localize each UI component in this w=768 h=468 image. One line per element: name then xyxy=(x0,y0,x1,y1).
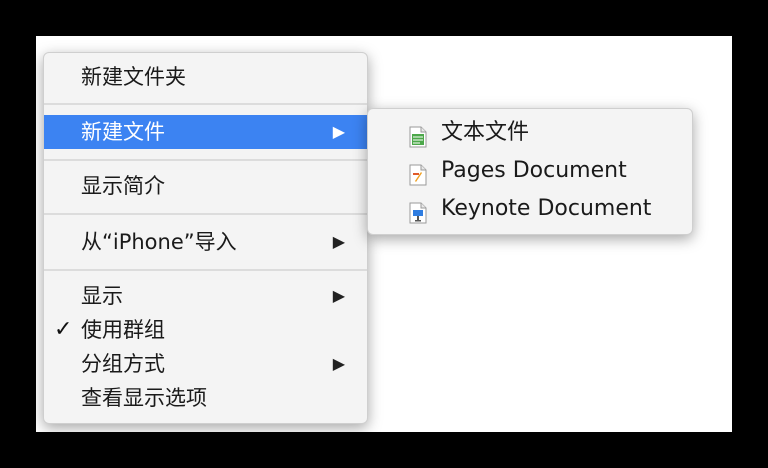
menu-item-group-by[interactable]: 分组方式 ▶ xyxy=(44,347,367,381)
menu-separator xyxy=(44,103,367,105)
checkmark-icon: ✓ xyxy=(54,317,73,342)
submenu-item-label: Keynote Document xyxy=(441,196,652,221)
menu-item-label: 查看显示选项 xyxy=(81,386,207,410)
pages-document-icon xyxy=(409,161,427,186)
menu-item-label: 分组方式 xyxy=(81,352,165,376)
submenu-arrow-icon: ▶ xyxy=(332,354,345,373)
submenu-item-text-file[interactable]: 文本文件 xyxy=(368,114,692,152)
menu-item-view-options[interactable]: 查看显示选项 xyxy=(44,381,367,415)
menu-item-new-file[interactable]: 新建文件 ▶ xyxy=(44,115,367,149)
submenu-arrow-icon: ▶ xyxy=(332,122,345,141)
menu-item-import-from-iphone[interactable]: 从“iPhone”导入 ▶ xyxy=(44,225,367,259)
menu-item-show[interactable]: 显示 ▶ xyxy=(44,279,367,313)
menu-item-label: 新建文件夹 xyxy=(81,65,186,89)
menu-item-new-folder[interactable]: 新建文件夹 xyxy=(44,60,367,94)
keynote-document-icon xyxy=(409,199,427,224)
submenu-item-keynote-document[interactable]: Keynote Document xyxy=(368,190,692,228)
context-menu: 新建文件夹 新建文件 ▶ 显示简介 从“iPhone”导入 ▶ 显示 ▶ ✓ 使… xyxy=(43,52,368,424)
new-file-submenu: 文本文件 Pages Document Keynote Document xyxy=(367,108,693,235)
menu-item-get-info[interactable]: 显示简介 xyxy=(44,169,367,203)
submenu-item-pages-document[interactable]: Pages Document xyxy=(368,152,692,190)
menu-item-label: 新建文件 xyxy=(81,120,165,144)
menu-item-label: 从“iPhone”导入 xyxy=(81,230,237,254)
submenu-item-label: 文本文件 xyxy=(441,120,530,145)
submenu-item-label: Pages Document xyxy=(441,158,627,183)
menu-item-label: 使用群组 xyxy=(81,318,165,342)
menu-separator xyxy=(44,213,367,215)
menu-separator xyxy=(44,159,367,161)
submenu-arrow-icon: ▶ xyxy=(332,286,345,305)
submenu-arrow-icon: ▶ xyxy=(332,232,345,251)
menu-item-label: 显示 xyxy=(81,284,123,308)
menu-item-use-groups[interactable]: ✓ 使用群组 xyxy=(44,313,367,347)
text-file-icon xyxy=(409,123,427,148)
menu-item-label: 显示简介 xyxy=(81,174,165,198)
menu-separator xyxy=(44,269,367,271)
